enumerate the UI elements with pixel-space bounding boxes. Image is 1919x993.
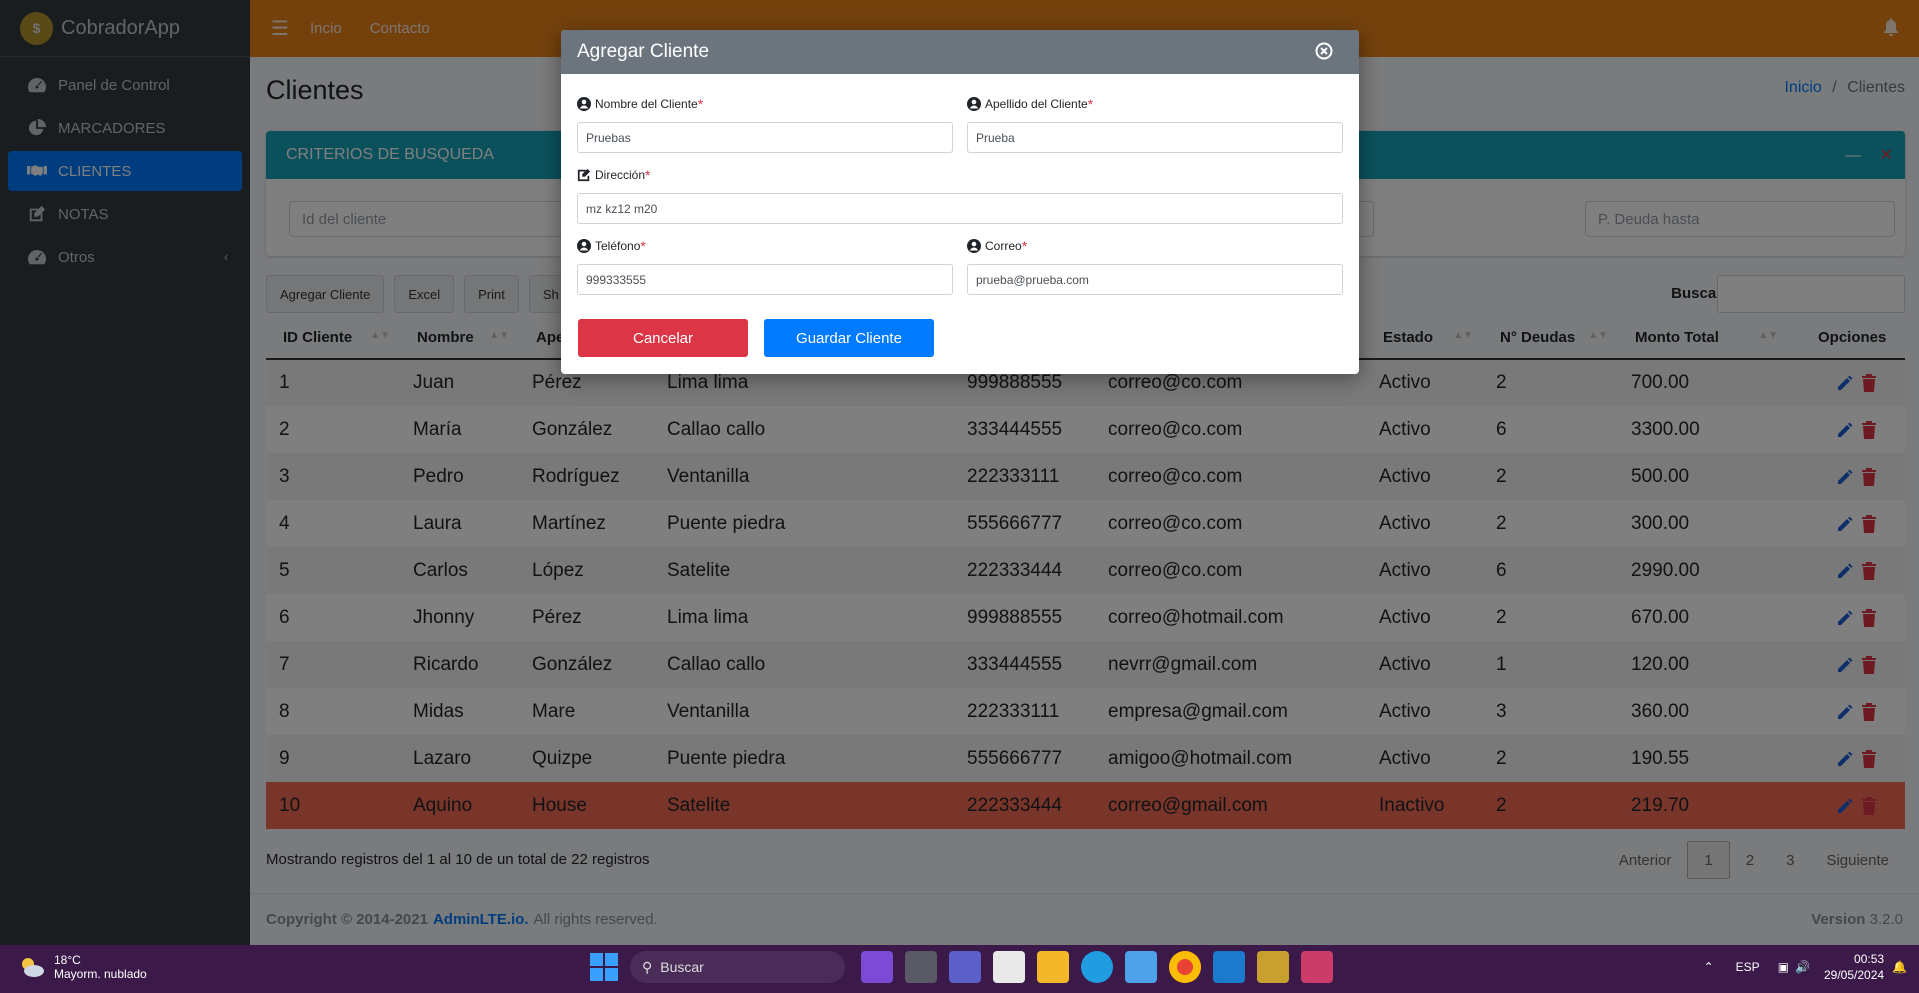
clock[interactable]: 00:53 29/05/2024 — [1824, 951, 1884, 983]
cloudy-icon — [22, 958, 44, 977]
direccion-label: Dirección * — [577, 167, 650, 183]
cancel-button[interactable]: Cancelar — [578, 319, 748, 357]
task-view-icon[interactable] — [905, 951, 937, 983]
correo-label: Correo * — [967, 238, 1027, 254]
taskbar-search-label: Buscar — [660, 959, 704, 975]
user-circle-icon — [577, 239, 591, 253]
teams-icon[interactable] — [949, 951, 981, 983]
clock-date: 29/05/2024 — [1823, 968, 1885, 982]
windows-taskbar: 18°C Mayorm. nublado ⚲ Buscar ⌃ ESP ▣ 🔊 … — [0, 945, 1919, 993]
apellido-label: Apellido del Cliente * — [967, 96, 1093, 112]
modal-header: Agregar Cliente — [561, 30, 1359, 74]
taskbar-apps: ⚲ Buscar — [590, 951, 1339, 983]
language-indicator[interactable]: ESP — [1736, 960, 1760, 974]
user-circle-icon — [577, 97, 591, 111]
chrome-icon[interactable] — [1169, 951, 1201, 983]
save-client-button[interactable]: Guardar Cliente — [764, 319, 934, 357]
address-card-icon — [577, 168, 591, 182]
volume-icon[interactable]: 🔊 — [1795, 960, 1810, 974]
file-explorer-icon[interactable] — [1037, 951, 1069, 983]
clock-time: 00:53 — [1854, 952, 1885, 966]
telefono-field[interactable]: 999333555 — [577, 264, 953, 295]
nombre-label: Nombre del Cliente * — [577, 96, 703, 112]
taskbar-search[interactable]: ⚲ Buscar — [630, 951, 845, 983]
chevron-up-icon[interactable]: ⌃ — [1704, 960, 1714, 974]
correo-field[interactable]: prueba@prueba.com — [967, 264, 1343, 295]
windows-start-icon[interactable] — [590, 953, 618, 981]
nombre-field[interactable]: Pruebas — [577, 122, 953, 153]
git-icon[interactable] — [1301, 951, 1333, 983]
network-icon[interactable]: ▣ — [1778, 960, 1789, 974]
edge-icon[interactable] — [1081, 951, 1113, 983]
app-icon[interactable] — [1257, 951, 1289, 983]
weather-desc: Mayorm. nublado — [54, 967, 147, 981]
telefono-label: Teléfono * — [577, 238, 646, 254]
notepad-icon[interactable] — [1125, 951, 1157, 983]
system-tray: ⌃ ESP ▣ 🔊 00:53 29/05/2024 🔔 — [1704, 951, 1907, 983]
close-circle-icon[interactable] — [1315, 42, 1333, 60]
notification-icon[interactable]: 🔔 — [1892, 960, 1907, 974]
apellido-field[interactable]: Prueba — [967, 122, 1343, 153]
weather-widget[interactable]: 18°C Mayorm. nublado — [18, 953, 147, 981]
vscode-icon[interactable] — [1213, 951, 1245, 983]
user-circle-icon — [967, 97, 981, 111]
user-circle-icon — [967, 239, 981, 253]
direccion-field[interactable]: mz kz12 m20 — [577, 193, 1343, 224]
add-client-modal: Agregar Cliente Nombre del Cliente * Prue… — [561, 30, 1359, 374]
modal-title: Agregar Cliente — [577, 41, 710, 62]
search-icon: ⚲ — [642, 958, 653, 975]
store-icon[interactable] — [993, 951, 1025, 983]
copilot-icon[interactable] — [861, 951, 893, 983]
weather-temp: 18°C — [54, 953, 81, 967]
